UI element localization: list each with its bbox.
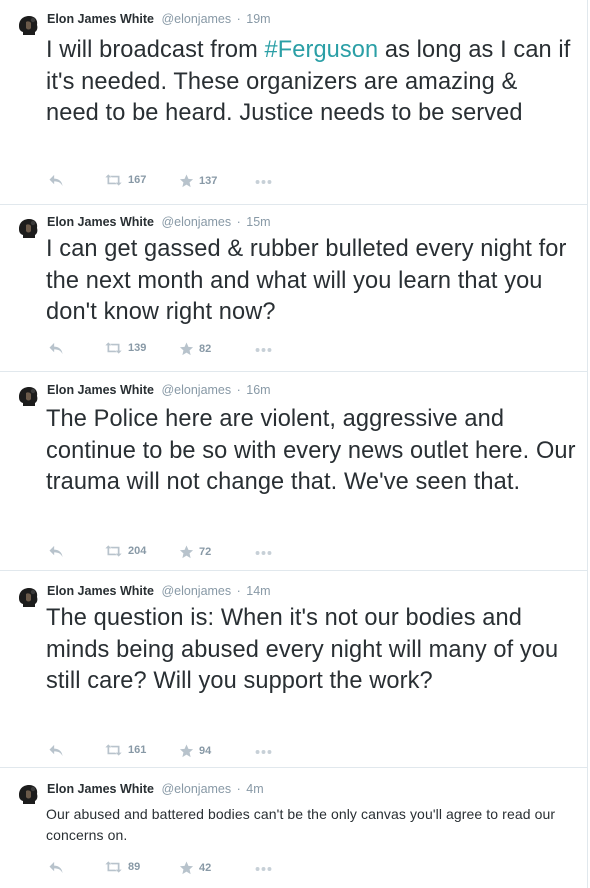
timestamp[interactable]: 19m [246,12,270,26]
tweet-actions: 204 72 [48,545,288,561]
favorite-button[interactable]: 94 [179,744,211,758]
star-icon [179,342,194,356]
author-name[interactable]: Elon James White [47,12,154,26]
retweet-button[interactable]: 89 [104,861,140,873]
reply-button[interactable] [48,545,64,558]
star-icon [179,545,194,559]
more-button[interactable] [255,866,272,872]
favorite-count: 42 [199,862,212,874]
reply-button[interactable] [48,744,64,757]
reply-button[interactable] [48,342,64,355]
tweet-text: The question is: When it's not our bodie… [46,605,559,694]
reply-icon [48,174,64,187]
author-name[interactable]: Elon James White [47,383,154,397]
retweet-button[interactable]: 167 [104,174,146,186]
avatar[interactable] [17,784,39,806]
separator: · [236,215,241,229]
reply-icon [48,545,64,558]
tweet-text-part: I will broadcast from [46,37,265,63]
separator: · [236,12,241,26]
more-button[interactable] [255,179,272,185]
reply-icon [48,744,64,757]
timestamp[interactable]: 16m [246,383,270,397]
tweet-actions: 167 137 [48,174,288,190]
reply-button[interactable] [48,861,64,874]
favorite-count: 137 [199,175,218,187]
retweet-count: 139 [128,342,147,354]
avatar[interactable] [17,218,39,240]
timestamp[interactable]: 14m [246,584,270,598]
more-icon [255,866,272,872]
tweet-text: I will broadcast from #Ferguson as long … [46,35,576,130]
retweet-button[interactable]: 139 [104,342,146,354]
hashtag-link[interactable]: #Ferguson [265,37,379,63]
reply-icon [48,342,64,355]
reply-icon [48,861,64,874]
retweet-icon [104,545,123,557]
retweet-icon [104,861,123,873]
retweet-icon [104,342,123,354]
author-handle[interactable]: @elonjames [161,584,231,598]
retweet-count: 204 [128,545,147,557]
star-icon [179,861,194,875]
more-icon [255,749,272,755]
avatar[interactable] [17,386,39,408]
more-icon [255,179,272,185]
tweet-actions: 139 82 [48,342,288,358]
author-name[interactable]: Elon James White [47,215,154,229]
tweet-text: I can get gassed & rubber bulleted every… [46,236,567,325]
author-name[interactable]: Elon James White [47,584,154,598]
star-icon [179,174,194,188]
tweet[interactable]: Elon James White @elonjames · 16m The Po… [0,372,588,571]
reply-button[interactable] [48,174,64,187]
tweet[interactable]: Elon James White @elonjames · 19m I will… [0,0,588,205]
timestamp[interactable]: 15m [246,215,270,229]
favorite-count: 94 [199,745,212,757]
star-icon [179,744,194,758]
retweet-button[interactable]: 161 [104,744,146,756]
avatar[interactable] [17,587,39,609]
favorite-button[interactable]: 72 [179,545,211,559]
tweet-actions: 161 94 [48,744,288,760]
more-icon [255,347,272,353]
author-handle[interactable]: @elonjames [161,383,231,397]
tweet[interactable]: Elon James White @elonjames · 4m Our abu… [0,768,588,888]
author-handle[interactable]: @elonjames [161,12,231,26]
favorite-count: 72 [199,546,212,558]
more-button[interactable] [255,749,272,755]
more-button[interactable] [255,550,272,556]
author-handle[interactable]: @elonjames [161,782,231,796]
tweet-actions: 89 42 [48,861,288,877]
author-handle[interactable]: @elonjames [161,215,231,229]
retweet-icon [104,744,123,756]
favorite-button[interactable]: 137 [179,174,217,188]
tweet[interactable]: Elon James White @elonjames · 14m The qu… [0,571,588,768]
favorite-count: 82 [199,343,212,355]
tweet-text: Our abused and battered bodies can't be … [46,806,556,843]
tweet[interactable]: Elon James White @elonjames · 15m I can … [0,205,588,372]
tweet-text: The Police here are violent, aggressive … [46,406,576,495]
separator: · [236,782,241,796]
retweet-button[interactable]: 204 [104,545,146,557]
author-name[interactable]: Elon James White [47,782,154,796]
more-icon [255,550,272,556]
retweet-icon [104,174,123,186]
favorite-button[interactable]: 42 [179,861,211,875]
separator: · [236,383,241,397]
retweet-count: 89 [128,861,141,873]
timestamp[interactable]: 4m [246,782,263,796]
avatar[interactable] [17,15,39,37]
retweet-count: 161 [128,744,147,756]
retweet-count: 167 [128,174,147,186]
favorite-button[interactable]: 82 [179,342,211,356]
more-button[interactable] [255,347,272,353]
separator: · [236,584,241,598]
